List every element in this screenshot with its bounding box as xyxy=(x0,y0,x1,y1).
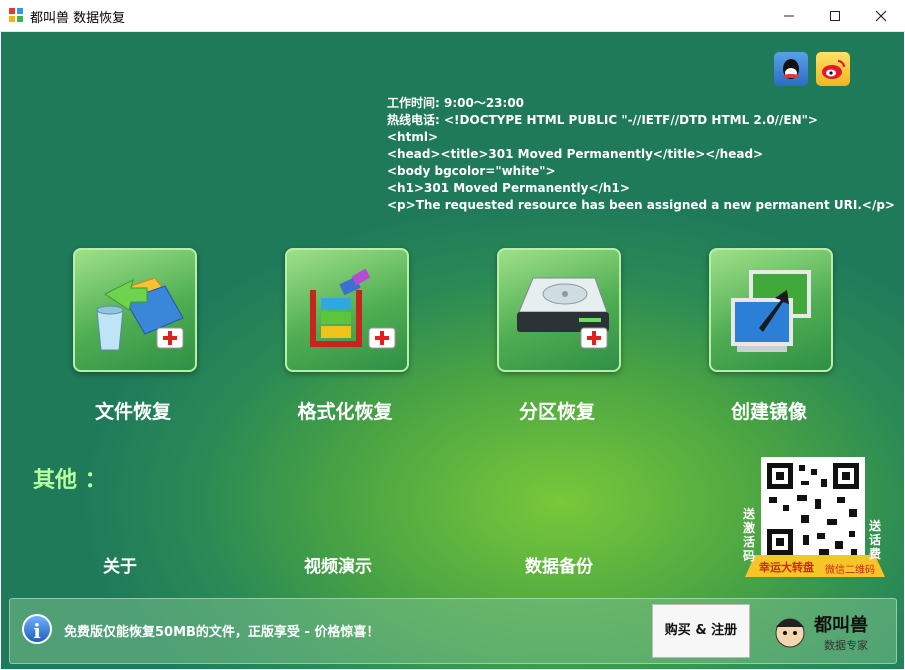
maximize-button[interactable] xyxy=(812,0,858,31)
work-hours: 工作时间: 9:00～23:00 xyxy=(387,96,525,110)
promo-ribbon-right: 微信二维码 xyxy=(825,565,875,576)
create-image-icon xyxy=(731,270,811,352)
file-recovery-icon xyxy=(96,277,184,351)
hotline-value-line-6: <p>The requested resource has been assig… xyxy=(387,198,895,212)
weibo-button[interactable] xyxy=(816,52,850,86)
hotline-value-line-4: <body bgcolor="white"> xyxy=(387,164,556,178)
hotline-value-line-5: <h1>301 Moved Permanently</h1> xyxy=(387,181,630,195)
promo-left-text: 送激活码 xyxy=(743,507,756,563)
hotline-value-line-1: <!DOCTYPE HTML PUBLIC "-//IETF//DTD HTML… xyxy=(444,113,818,127)
main-panel: 工作时间: 9:00～23:00 热线电话: <!DOCTYPE HTML PUB… xyxy=(1,32,904,669)
license-notice: 免费版仅能恢复50MB的文件，正版享受 - 价格惊喜！ xyxy=(64,625,380,640)
partition-recovery-label[interactable]: 分区恢复 xyxy=(457,397,657,424)
others-heading: 其他 ： xyxy=(33,468,107,493)
qq-icon xyxy=(783,59,799,79)
qq-button[interactable] xyxy=(774,52,808,86)
create-image-label[interactable]: 创建镜像 xyxy=(669,397,869,424)
format-recovery-label[interactable]: 格式化恢复 xyxy=(245,397,445,424)
partition-recovery-button[interactable] xyxy=(497,248,621,372)
app-icon xyxy=(9,8,23,22)
title-bar: 都叫兽 数据恢复 xyxy=(0,0,905,32)
data-backup-link[interactable]: 数据备份 xyxy=(525,552,593,577)
about-link[interactable]: 关于 xyxy=(103,552,137,577)
file-recovery-button[interactable] xyxy=(73,248,197,372)
notice-bar: i 免费版仅能恢复50MB的文件，正版享受 - 价格惊喜！ 购买 & 注册 都叫… xyxy=(9,598,897,664)
hotline-value-line-2: <html> xyxy=(387,130,439,144)
create-image-button[interactable] xyxy=(709,248,833,372)
promo-right-text: 送话费 xyxy=(869,519,882,561)
minimize-button[interactable] xyxy=(766,0,812,31)
brand-subtitle: 数据专家 xyxy=(824,639,868,652)
file-recovery-label[interactable]: 文件恢复 xyxy=(33,397,233,424)
contact-info: 工作时间: 9:00～23:00 热线电话: <!DOCTYPE HTML PUB… xyxy=(387,95,895,214)
close-icon xyxy=(875,10,887,21)
partition-recovery-icon xyxy=(517,277,609,349)
weibo-icon xyxy=(822,60,845,79)
promo-ribbon-left: 幸运大转盘 xyxy=(759,561,814,574)
format-recovery-icon xyxy=(310,268,396,349)
format-recovery-button[interactable] xyxy=(285,248,409,372)
info-icon: i xyxy=(22,614,52,644)
video-demo-link[interactable]: 视频演示 xyxy=(304,552,372,577)
maximize-icon xyxy=(830,10,840,21)
hotline-line: 热线电话: <!DOCTYPE HTML PUBLIC "-//IETF//DT… xyxy=(387,112,895,129)
hotline-value-line-3: <head><title>301 Moved Permanently</titl… xyxy=(387,147,764,161)
close-button[interactable] xyxy=(858,0,904,31)
minimize-icon xyxy=(784,15,794,16)
brand-logo: 都叫兽 数据专家 xyxy=(770,607,894,657)
hotline-label: 热线电话: xyxy=(387,113,440,127)
buy-register-button[interactable]: 购买 & 注册 xyxy=(652,604,750,658)
brand-name: 都叫兽 xyxy=(814,615,868,636)
promo-qr-panel[interactable]: 送激活码 送话费 幸运大转盘 微信二维码 xyxy=(741,455,891,595)
window-title: 都叫兽 数据恢复 xyxy=(30,11,126,26)
